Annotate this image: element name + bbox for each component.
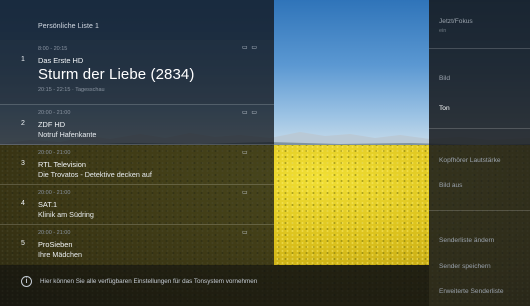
menu-item-erweiterte-senderliste[interactable]: Erweiterte Senderliste — [439, 288, 504, 295]
next-program: 20:15 - 22:15 · Tagesschau — [38, 87, 105, 93]
program-time: 20:00 - 21:00 — [38, 190, 71, 196]
program-title: Sturm der Liebe (2834) — [38, 66, 195, 83]
channel-name: ProSieben — [38, 240, 73, 249]
channel-number: 1 — [21, 56, 25, 63]
channel-number: 3 — [21, 160, 25, 167]
record-icon: ▭ — [242, 190, 249, 196]
channel-name: Das Erste HD — [38, 56, 84, 65]
channel-item-2[interactable]: 20:00 - 21:00 2 ZDF HD Notruf Hafenkante… — [0, 104, 274, 144]
divider — [429, 210, 530, 211]
menu-item-senderliste-aendern[interactable]: Senderliste ändern — [439, 237, 494, 244]
program-title: Notruf Hafenkante — [38, 130, 97, 139]
record-icon: ▭ ▭ — [242, 45, 259, 51]
menu-item-jetzt-fokus[interactable]: Jetzt/Fokus — [439, 18, 473, 25]
channel-name: ZDF HD — [38, 120, 66, 129]
channel-item-1[interactable]: 8:00 - 20:15 1 Das Erste HD Sturm der Li… — [0, 40, 274, 104]
program-time: 20:00 - 21:00 — [38, 230, 71, 236]
program-title: Ihre Mädchen — [38, 250, 82, 259]
channel-number: 4 — [21, 200, 25, 207]
menu-item-bild-aus[interactable]: Bild aus — [439, 182, 462, 189]
channel-list-header: Persönliche Liste 1 — [0, 0, 274, 40]
divider — [429, 48, 530, 49]
record-icon: ▭ — [242, 150, 249, 156]
record-icon: ▭ — [242, 230, 249, 236]
record-icon: ▭ ▭ — [242, 110, 259, 116]
channel-item-5[interactable]: 20:00 - 21:00 5 ProSieben Ihre Mädchen ▭ — [0, 224, 274, 265]
list-title: Persönliche Liste 1 — [38, 23, 100, 30]
settings-menu-panel: Jetzt/Fokus ein Bild Ton Kopfhörer Lauts… — [429, 0, 530, 306]
program-title: Klinik am Südring — [38, 210, 94, 219]
info-icon: i — [21, 276, 32, 287]
channel-item-3[interactable]: 20:00 - 21:00 3 RTL Television Die Trova… — [0, 144, 274, 184]
program-time: 20:00 - 21:00 — [38, 150, 71, 156]
program-time: 20:00 - 21:00 — [38, 110, 71, 116]
menu-item-sender-speichern[interactable]: Sender speichern — [439, 263, 491, 270]
channel-list-panel: Persönliche Liste 1 8:00 - 20:15 1 Das E… — [0, 0, 274, 265]
info-bar: i Hier können Sie alle verfügbaren Einst… — [0, 265, 429, 306]
menu-item-ton[interactable]: Ton — [439, 105, 450, 112]
program-title: Die Trovatos - Detektive decken auf — [38, 170, 152, 179]
menu-item-bild[interactable]: Bild — [439, 75, 450, 82]
channel-name: RTL Television — [38, 160, 86, 169]
channel-name: SAT.1 — [38, 200, 58, 209]
info-text: Hier können Sie alle verfügbaren Einstel… — [40, 278, 258, 285]
program-time: 8:00 - 20:15 — [38, 46, 68, 52]
menu-item-kopfhoerer-lautstaerke[interactable]: Kopfhörer Lautstärke — [439, 157, 501, 164]
channel-number: 2 — [21, 120, 25, 127]
menu-item-jetzt-fokus-value: ein — [439, 28, 447, 34]
channel-number: 5 — [21, 240, 25, 247]
divider — [429, 128, 530, 129]
channel-item-4[interactable]: 20:00 - 21:00 4 SAT.1 Klinik am Südring … — [0, 184, 274, 224]
